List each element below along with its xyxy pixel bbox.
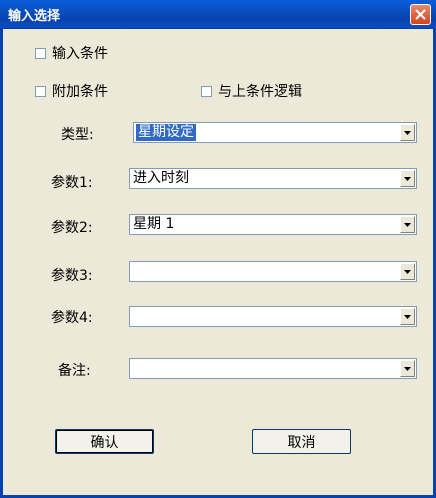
ok-button-label: 确认 (90, 434, 119, 451)
param4-label: 参数4: (51, 310, 93, 326)
dropdown-button[interactable] (400, 263, 415, 280)
dropdown-button[interactable] (400, 124, 415, 141)
type-value: 星期设定 (136, 124, 196, 141)
param1-select[interactable]: 进入时刻 (129, 168, 417, 189)
param1-label: 参数1: (51, 175, 93, 191)
type-select[interactable]: 星期设定 (133, 122, 417, 143)
param4-select[interactable] (129, 306, 417, 327)
close-button[interactable] (410, 4, 431, 25)
dropdown-button[interactable] (400, 360, 415, 377)
remarks-label: 备注: (58, 363, 91, 379)
cancel-button-label: 取消 (287, 434, 316, 451)
param2-select[interactable]: 星期 1 (129, 214, 417, 235)
and-previous-logic-checkbox[interactable]: 与上条件逻辑 (201, 81, 302, 101)
param3-select[interactable] (129, 261, 417, 282)
type-label: 类型: (61, 127, 94, 143)
dropdown-button[interactable] (400, 216, 415, 233)
param1-value: 进入时刻 (133, 170, 189, 186)
additional-condition-checkbox[interactable]: 附加条件 (35, 81, 108, 101)
checkbox-box[interactable] (201, 85, 212, 97)
param2-label: 参数2: (51, 220, 93, 236)
input-condition-checkbox[interactable]: 输入条件 (35, 43, 108, 63)
checkbox-box[interactable] (35, 47, 46, 59)
and-previous-logic-label: 与上条件逻辑 (218, 84, 302, 100)
chevron-down-icon (404, 130, 411, 135)
ok-button[interactable]: 确认 (55, 429, 154, 454)
additional-condition-label: 附加条件 (52, 84, 108, 100)
chevron-down-icon (404, 314, 411, 319)
window-title: 输入选择 (8, 9, 61, 24)
dropdown-button[interactable] (400, 170, 415, 187)
title-bar: 输入选择 (0, 0, 436, 29)
dropdown-button[interactable] (400, 308, 415, 325)
param3-label: 参数3: (51, 268, 93, 284)
checkbox-box[interactable] (35, 85, 46, 97)
chevron-down-icon (404, 176, 411, 181)
chevron-down-icon (404, 222, 411, 227)
input-condition-label: 输入条件 (52, 46, 108, 62)
close-icon (415, 9, 426, 20)
chevron-down-icon (404, 269, 411, 274)
chevron-down-icon (404, 366, 411, 371)
remarks-select[interactable] (129, 358, 417, 379)
cancel-button[interactable]: 取消 (252, 429, 351, 454)
param2-value: 星期 1 (133, 216, 175, 232)
